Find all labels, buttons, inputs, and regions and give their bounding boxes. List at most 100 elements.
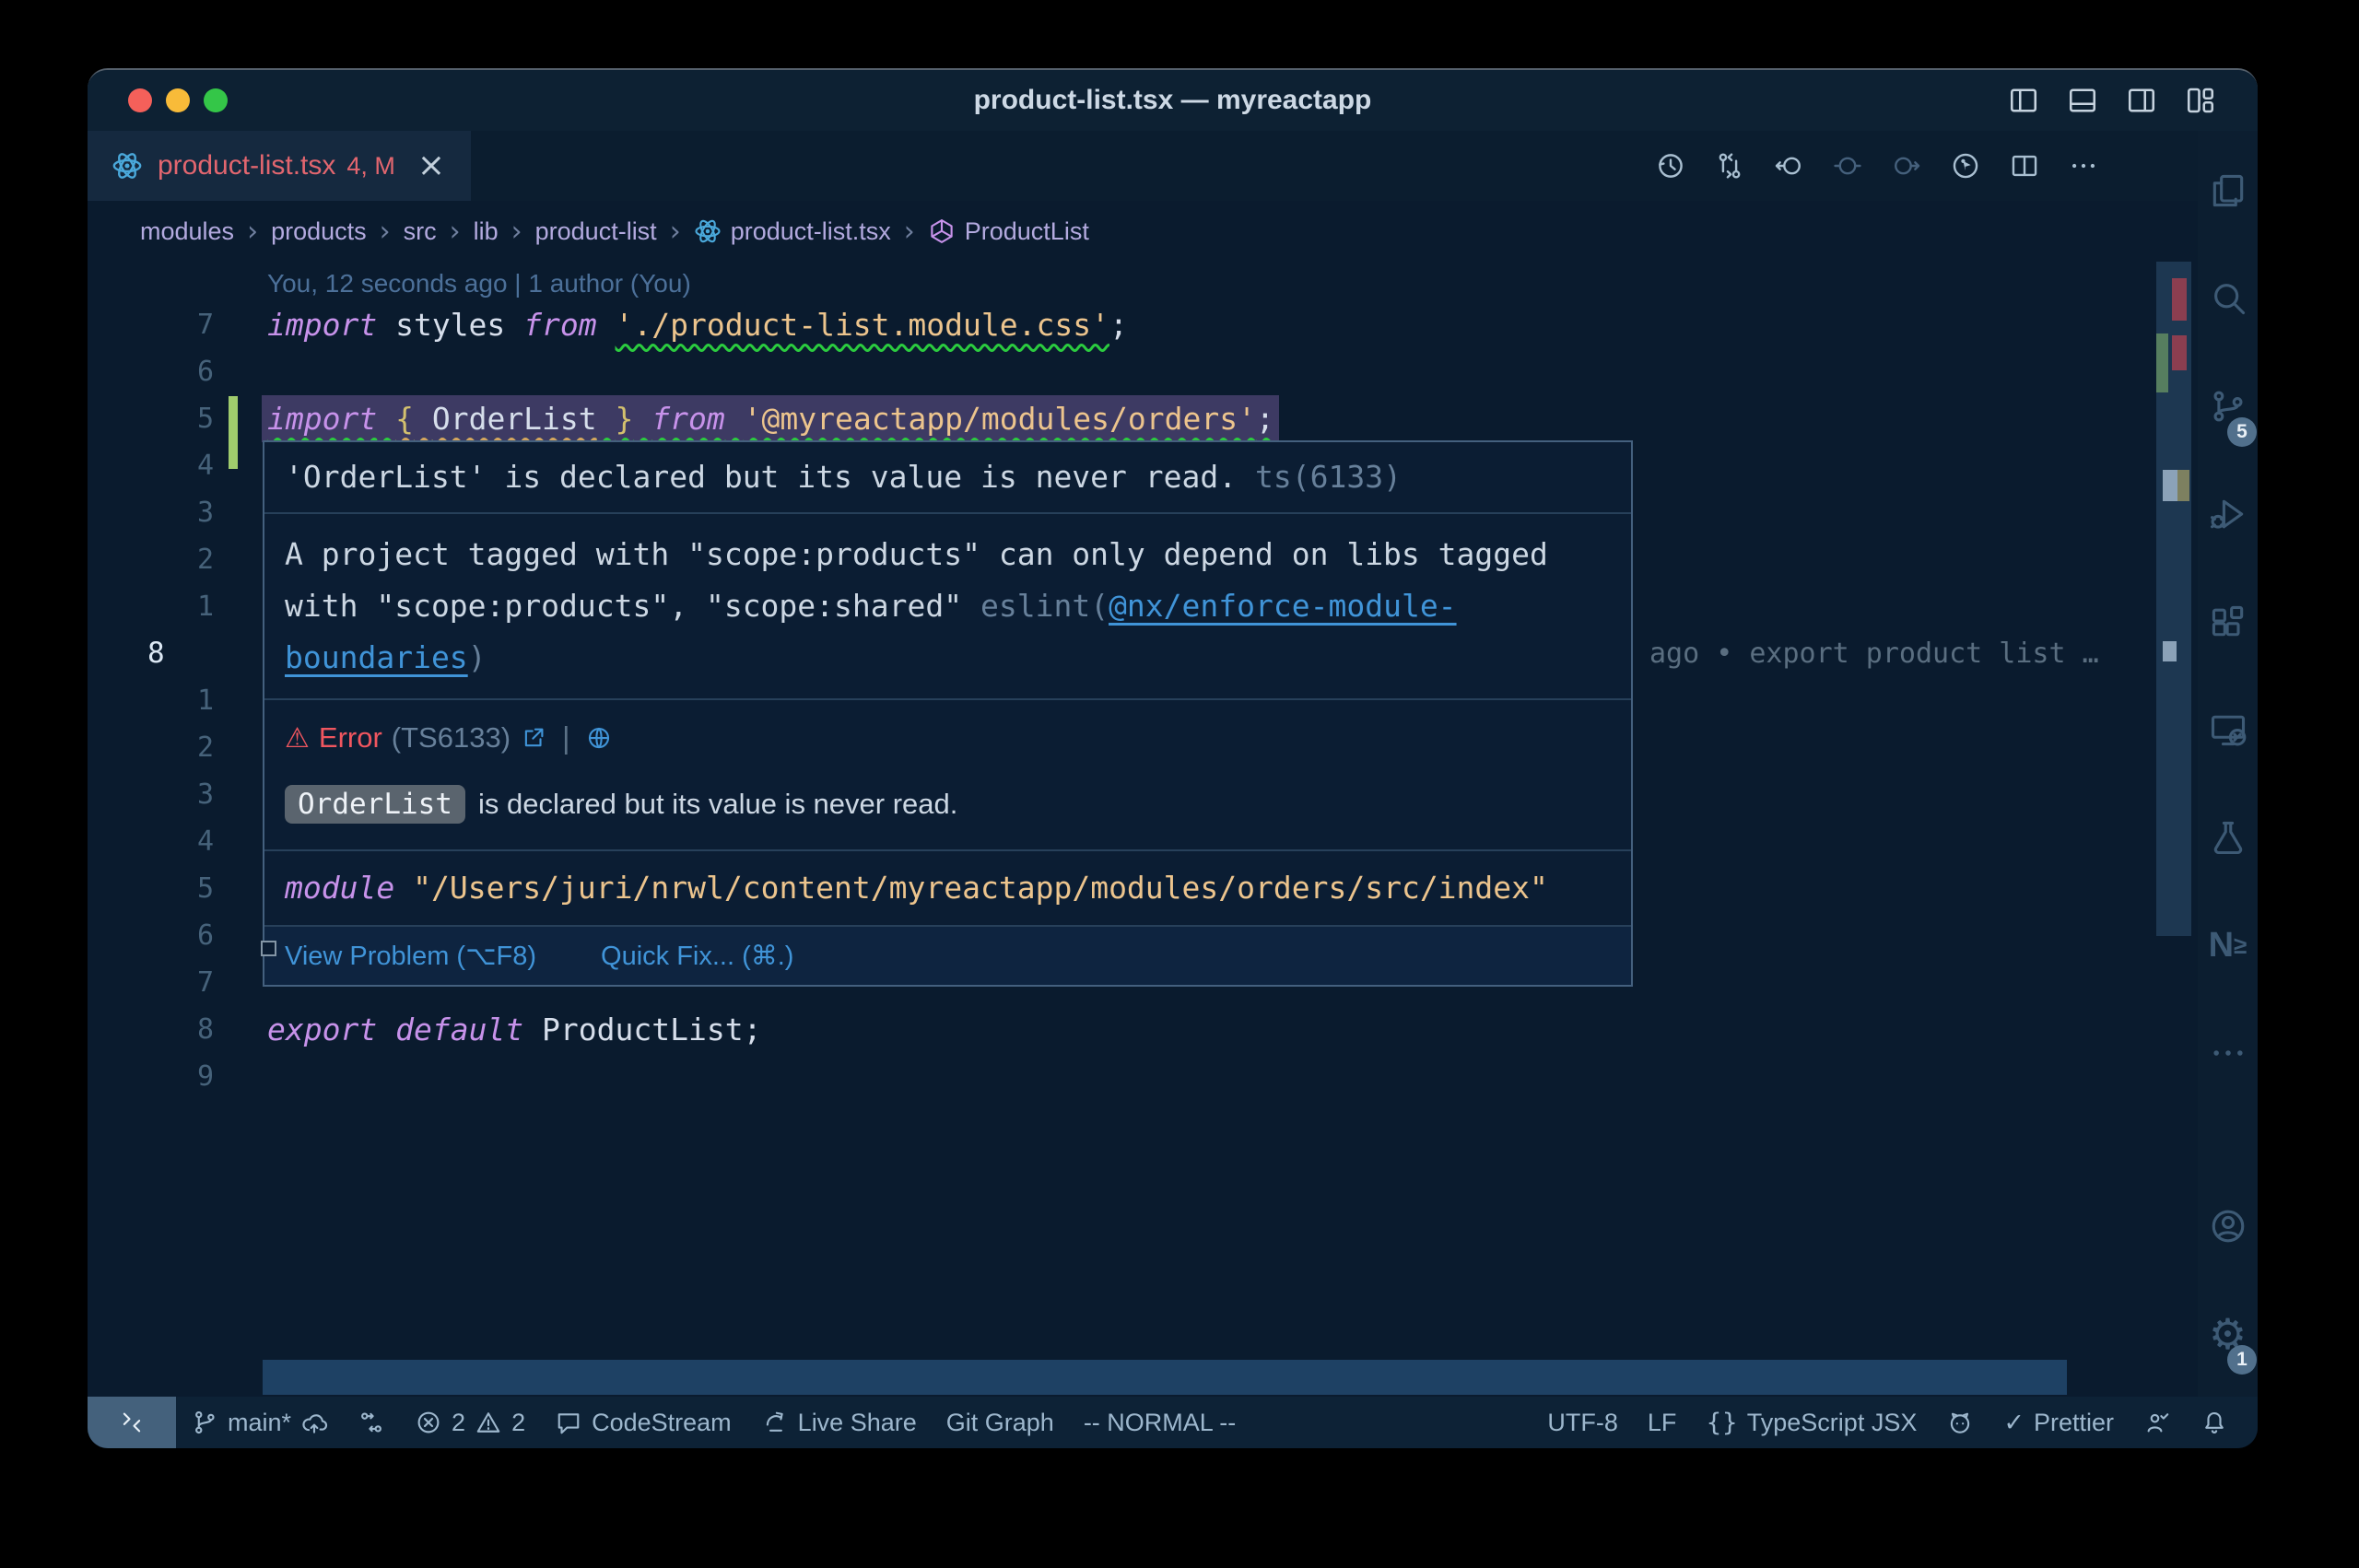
code-line[interactable]: import styles from './product-list.modul… [267,301,1128,348]
activity-search[interactable] [2198,244,2258,352]
navigate-back-button[interactable] [1773,150,1804,181]
status-problems[interactable]: 22 [400,1397,540,1448]
warning-triangle-icon: ⚠ [285,722,310,755]
editor[interactable]: You, 12 seconds ago | 1 author (You) 765… [88,262,2198,1395]
status-notifications[interactable] [2186,1397,2243,1448]
customize-layout-button[interactable] [2184,84,2217,117]
source-control-badge: 5 [2227,417,2257,447]
module-path-line: module "/Users/juri/nrwl/content/myreact… [264,849,1631,925]
code-line[interactable]: import { OrderList } from '@myreactapp/m… [267,395,1274,442]
status-git-branch[interactable]: main* [176,1397,343,1448]
compare-icon [1714,150,1745,181]
activity-run-and-debug[interactable] [2198,460,2258,568]
separator: | [562,720,570,755]
status-codestream[interactable]: CodeStream [540,1397,746,1448]
horizontal-scrollbar[interactable] [263,1360,2067,1395]
minimize-window-button[interactable] [166,88,190,112]
line-number: 1 [147,583,214,630]
globe-icon[interactable] [585,724,613,752]
close-window-button[interactable] [128,88,152,112]
chevron-right-icon: › [511,216,522,248]
remote-icon [118,1409,146,1436]
overview-ruler-error-mark [2172,335,2187,370]
toggle-primary-sidebar-button[interactable] [2007,84,2040,117]
overview-ruler-cursor-mark [2163,641,2177,661]
branch-icon [191,1409,218,1436]
line-number: 5 [147,865,214,912]
braces-icon: {} [1706,1409,1737,1437]
toggle-secondary-sidebar-button[interactable] [2125,84,2158,117]
gutter-modified-indicator [229,396,238,469]
error-detail: ⚠ Error (TS6133) | OrderList is declared… [264,698,1631,849]
activity-remote-explorer[interactable] [2198,675,2258,783]
person-check-icon [2143,1409,2171,1436]
line-number: 8 [147,630,214,677]
chevron-right-icon: › [904,216,915,248]
activity-nx-console[interactable]: N≥ [2198,891,2258,999]
run-file-button[interactable] [1950,150,1981,181]
search-icon [2208,278,2248,319]
remote-explorer-icon [2208,709,2248,750]
activity-bar: 5 N≥ ⚙1 [2198,131,2258,1397]
breadcrumb-item-products[interactable]: products [271,217,367,246]
status-eol[interactable]: LF [1633,1397,1692,1448]
activity-accounts[interactable] [2198,1172,2258,1280]
zoom-window-button[interactable] [204,88,228,112]
status-vim-mode[interactable]: -- NORMAL -- [1069,1397,1250,1448]
status-language-mode[interactable]: {}TypeScript JSX [1691,1397,1931,1448]
editor-actions [1655,131,2099,201]
chevron-right-icon: › [670,216,681,248]
split-editor-button[interactable] [2009,150,2040,181]
breadcrumb-item-modules[interactable]: modules [140,217,234,246]
window-title: product-list.tsx — myreactapp [364,70,1981,131]
overview-ruler-mark [2177,470,2189,501]
tooltip-resize-handle[interactable] [261,941,276,956]
tab-bar: product-list.tsx 4, M × [88,131,2258,201]
view-problem-action[interactable]: View Problem (⌥F8) [285,940,536,972]
timeline-button[interactable] [1655,150,1686,181]
toggle-panel-button[interactable] [2066,84,2099,117]
github-icon [1946,1409,1974,1436]
status-feedback[interactable] [2129,1397,2186,1448]
module-path: "/Users/juri/nrwl/content/myreactapp/mod… [413,870,1548,906]
layout-controls [2007,70,2217,131]
layout-customize-icon [2184,84,2217,117]
activity-settings[interactable]: ⚙1 [2198,1280,2258,1387]
breadcrumb-item-product-list[interactable]: product-list [535,217,657,246]
layout-sidebar-left-icon [2007,84,2040,117]
breadcrumb-item-lib[interactable]: lib [474,217,499,246]
status-encoding[interactable]: UTF-8 [1532,1397,1633,1448]
inline-blame-annotation: ago • export product list … [1649,630,2099,677]
status-live-share[interactable]: Live Share [746,1397,932,1448]
status-prettier[interactable]: ✓Prettier [1989,1397,2129,1448]
status-remote[interactable] [88,1397,176,1448]
nx-icon: N≥ [2209,927,2248,964]
navigate-next-button[interactable] [1891,150,1922,181]
more-icon [2068,150,2099,181]
external-link-icon[interactable] [520,724,547,752]
open-changes-button[interactable] [1714,150,1745,181]
status-git-graph[interactable]: Git Graph [932,1397,1069,1448]
quick-fix-action[interactable]: Quick Fix... (⌘.) [601,940,793,972]
tab-product-list[interactable]: product-list.tsx 4, M × [88,131,471,201]
close-icon[interactable]: × [417,149,445,182]
activity-additional-views[interactable] [2198,999,2258,1106]
more-actions-button[interactable] [2068,150,2099,181]
breadcrumb-item-productlist[interactable]: ProductList [928,217,1089,246]
overview-ruler-cursor-mark [2163,470,2177,501]
breadcrumb-item-src[interactable]: src [404,217,437,246]
activity-testing[interactable] [2198,783,2258,891]
navigate-previous-button[interactable] [1832,150,1863,181]
status-compare-changes[interactable] [343,1397,400,1448]
activity-extensions[interactable] [2198,568,2258,675]
activity-source-control[interactable]: 5 [2198,352,2258,460]
titlebar: product-list.tsx — myreactapp [88,70,2258,131]
status-github[interactable] [1931,1397,1989,1448]
vscode-window: product-list.tsx — myreactapp product-li… [88,68,2258,1448]
line-number: 7 [147,959,214,1006]
layout-sidebar-right-icon [2125,84,2158,117]
code-line[interactable]: export default ProductList; [267,1006,761,1053]
breadcrumb-item-product-list-tsx[interactable]: product-list.tsx [694,217,891,246]
activity-explorer[interactable] [2198,136,2258,244]
vertical-scrollbar[interactable] [2156,262,2191,936]
